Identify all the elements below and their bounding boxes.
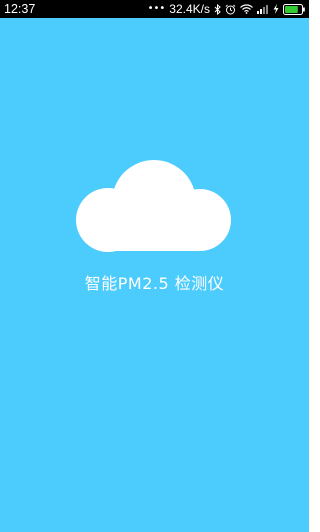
network-dots: ••• — [147, 3, 166, 14]
status-time: 12:37 — [4, 2, 36, 16]
cloud-icon — [74, 158, 234, 252]
alarm-icon — [225, 0, 236, 18]
charging-icon — [273, 0, 279, 18]
splash-screen: 12:37 ••• 32.4K/s 智能PM2.5 检测仪 — [0, 0, 309, 532]
status-icons: ••• 32.4K/s — [148, 0, 305, 18]
battery-icon — [283, 0, 305, 18]
signal-icon — [257, 0, 269, 18]
network-speed: 32.4K/s — [169, 2, 210, 16]
app-title: 智能PM2.5 检测仪 — [84, 274, 225, 293]
status-bar: 12:37 ••• 32.4K/s — [0, 0, 309, 18]
bluetooth-icon — [214, 0, 221, 18]
wifi-icon — [240, 0, 253, 18]
